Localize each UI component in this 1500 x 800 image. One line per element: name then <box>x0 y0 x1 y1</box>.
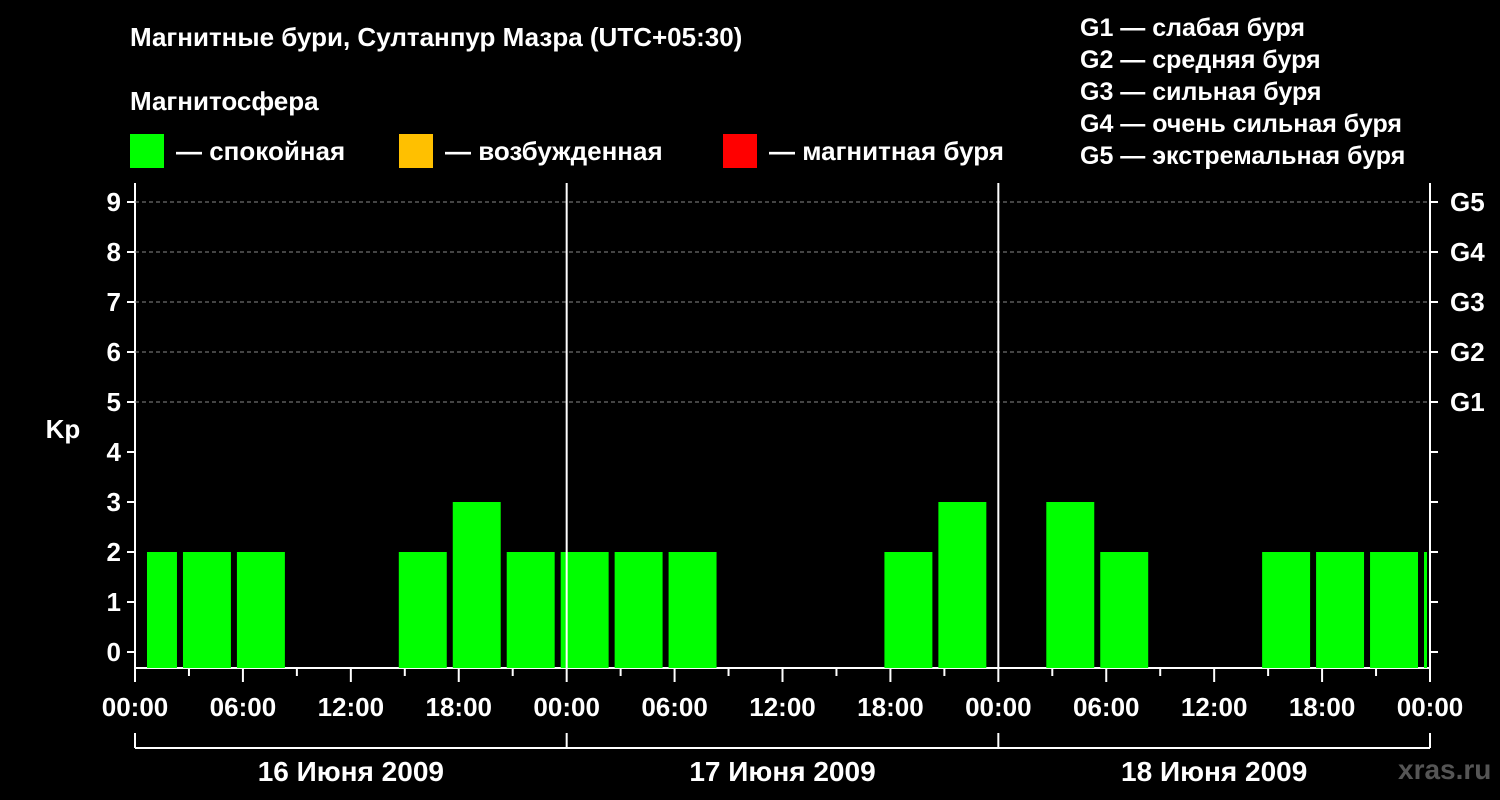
x-tick-label: 18:00 <box>1289 692 1356 722</box>
g-scale-label: G3 <box>1450 287 1485 317</box>
kp-bar <box>1100 552 1149 668</box>
x-tick-label: 06:00 <box>210 692 277 722</box>
y-tick-label: 2 <box>107 537 121 567</box>
y-axis-label: Kp <box>46 414 81 444</box>
x-tick-label: 00:00 <box>1397 692 1464 722</box>
g-scale-label: G2 <box>1450 337 1485 367</box>
kp-bar <box>560 552 609 668</box>
y-tick-label: 7 <box>107 287 121 317</box>
x-tick-label: 12:00 <box>318 692 385 722</box>
kp-bar <box>884 552 933 668</box>
g-scale-label: G4 <box>1450 237 1485 267</box>
kp-bar <box>1370 552 1419 668</box>
kp-bar <box>1316 552 1365 668</box>
kp-bar <box>1046 502 1095 668</box>
g-scale-label: G1 <box>1450 387 1485 417</box>
kp-bar <box>236 552 285 668</box>
g-scale-label: G5 <box>1450 187 1485 217</box>
day-label: 18 Июня 2009 <box>1121 756 1307 787</box>
kp-bar <box>614 552 663 668</box>
kp-chart: 0 1 2 3 4 5 6 7 8 9 G1 G2 G3 G4 G5 Kp 00:00 06:00 12:00 18:… <box>46 183 1485 787</box>
kp-bar <box>182 552 231 668</box>
y-tick-label: 4 <box>107 437 122 467</box>
x-tick-label: 00:00 <box>102 692 169 722</box>
x-tick-label: 12:00 <box>749 692 816 722</box>
x-tick-label: 06:00 <box>641 692 708 722</box>
y-tick-label: 0 <box>107 637 121 667</box>
kp-bar <box>938 502 987 668</box>
y-tick-label: 5 <box>107 387 121 417</box>
x-tick-label: 18:00 <box>857 692 924 722</box>
x-tick-label: 00:00 <box>533 692 600 722</box>
kp-bar <box>668 552 717 668</box>
y-tick-label: 9 <box>107 187 121 217</box>
kp-bar <box>1262 552 1311 668</box>
x-tick-label: 00:00 <box>965 692 1032 722</box>
kp-bar <box>146 552 177 668</box>
kp-bar <box>452 502 501 668</box>
x-tick-label: 12:00 <box>1181 692 1248 722</box>
day-label: 16 Июня 2009 <box>258 756 444 787</box>
watermark: xras.ru <box>1398 754 1492 785</box>
day-label: 17 Июня 2009 <box>689 756 875 787</box>
kp-bar <box>506 552 555 668</box>
kp-bar <box>1424 552 1427 668</box>
y-tick-label: 1 <box>107 587 121 617</box>
y-tick-label: 6 <box>107 337 121 367</box>
kp-bar <box>398 552 447 668</box>
x-tick-label: 18:00 <box>426 692 493 722</box>
x-tick-label: 06:00 <box>1073 692 1140 722</box>
y-tick-label: 8 <box>107 237 121 267</box>
y-tick-label: 3 <box>107 487 121 517</box>
